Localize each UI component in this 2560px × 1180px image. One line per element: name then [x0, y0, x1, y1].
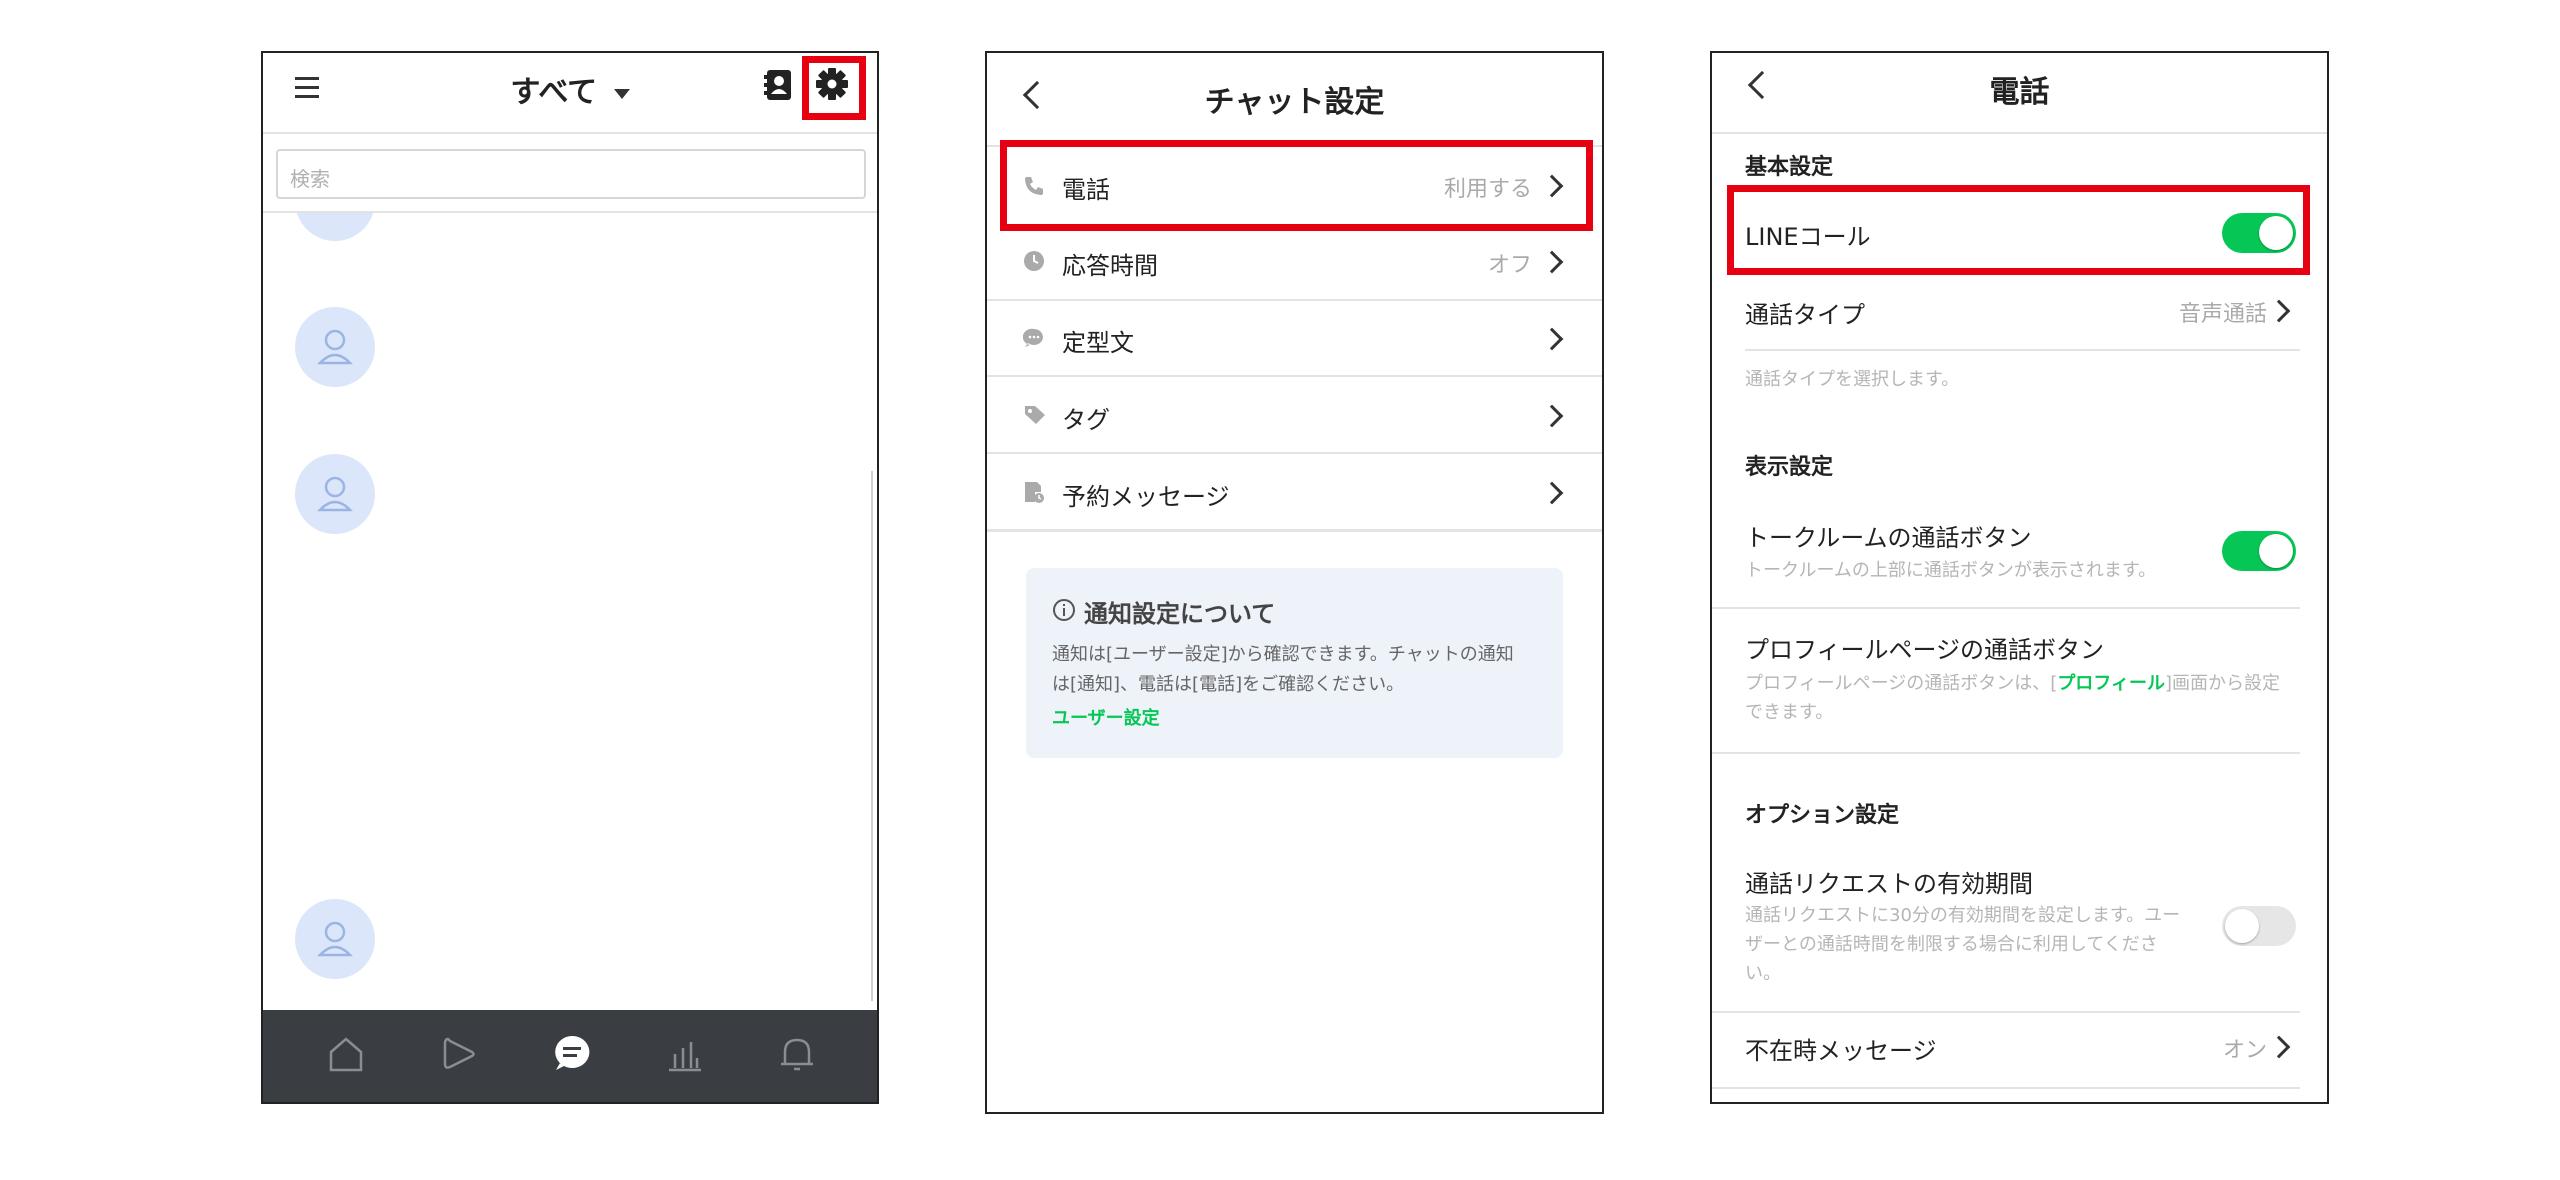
line-call-label: LINEコール	[1745, 223, 1871, 251]
profile-call-button-description: プロフィールページの通話ボタンは、[プロフィール]画面から設定 できます。	[1745, 669, 2305, 727]
call-request-validity-description: 通話リクエストに30分の有効期間を設定します。ユー ザーとの通話時間を制限する場…	[1745, 901, 2205, 988]
tag-icon	[1025, 406, 1045, 424]
call-type-value: 音声通話	[2178, 302, 2267, 327]
bell-icon[interactable]	[777, 1034, 817, 1078]
section-basic-settings: 基本設定	[1745, 155, 1834, 180]
call-type-description: 通話タイプを選択します。	[1745, 369, 1960, 390]
settings-row-tags[interactable]: タグ	[987, 377, 1602, 453]
search-placeholder: 検索	[290, 167, 330, 191]
scheduled-message-icon	[1025, 482, 1044, 503]
section-option-settings: オプション設定	[1745, 803, 1900, 828]
row-label: 電話	[1062, 176, 1110, 204]
row-value: 利用する	[1443, 177, 1532, 202]
stats-icon[interactable]	[665, 1034, 705, 1078]
info-icon	[1053, 599, 1075, 621]
info-text-line2: は[通知]、電話は[電話]をご確認ください。	[1052, 674, 1405, 695]
info-title: 通知設定について	[1084, 600, 1276, 628]
avatar[interactable]	[295, 307, 375, 387]
talkroom-call-button-label: トークルームの通話ボタン	[1745, 524, 2032, 552]
call-settings-screen: 電話 基本設定 LINEコール 通話タイプ 音声通話 通話タイプを選択します。 …	[1710, 51, 2329, 1104]
profile-link[interactable]: プロフィール	[2057, 673, 2165, 694]
chevron-right-icon	[1540, 481, 1564, 505]
contacts-icon[interactable]	[763, 69, 793, 101]
absence-message-value: オン	[2222, 1038, 2267, 1063]
request-desc-line2: ザーとの通話時間を制限する場合に利用してくださ	[1745, 934, 2158, 955]
settings-row-absence-message[interactable]: 不在時メッセージ オン	[1712, 1019, 2327, 1079]
chevron-right-icon	[1540, 174, 1564, 198]
call-request-validity-label: 通話リクエストの有効期間	[1745, 870, 2033, 898]
header-divider	[263, 132, 877, 134]
row-divider	[1745, 349, 2300, 351]
settings-row-phone[interactable]: 電話 利用する	[987, 147, 1602, 223]
row-label: 応答時間	[1062, 252, 1158, 280]
info-text-line1: 通知は[ユーザー設定]から確認できます。チャットの通知	[1052, 644, 1514, 665]
caret-down-icon	[613, 88, 630, 99]
phone-icon	[1025, 177, 1043, 195]
call-type-label: 通話タイプ	[1745, 301, 1865, 329]
chat-settings-screen: チャット設定 電話 利用する 応答時間 オフ 定型文 タグ 予約メッセージ 通知…	[985, 51, 1604, 1114]
settings-gear-icon[interactable]	[815, 67, 849, 101]
row-label: 予約メッセージ	[1062, 483, 1230, 511]
page-title: 電話	[1989, 75, 2050, 110]
profile-desc-prefix: プロフィールページの通話ボタンは、[	[1745, 673, 2058, 694]
search-divider	[263, 211, 877, 213]
chat-icon[interactable]	[551, 1032, 593, 1078]
bottom-nav	[263, 1010, 877, 1102]
absence-message-label: 不在時メッセージ	[1745, 1037, 1937, 1065]
request-desc-line3: い。	[1745, 963, 1781, 984]
avatar[interactable]	[295, 899, 375, 979]
talkroom-call-button-toggle[interactable]	[2222, 531, 2296, 571]
row-label: 定型文	[1062, 329, 1134, 357]
profile-desc-line2: できます。	[1745, 702, 1834, 723]
profile-desc-suffix: ]画面から設定	[2164, 673, 2280, 694]
request-desc-line1: 通話リクエストに30分の有効期間を設定します。ユー	[1745, 905, 2181, 926]
filter-label: すべて	[510, 75, 598, 110]
scrollbar[interactable]	[871, 471, 873, 1001]
chevron-right-icon	[1540, 250, 1564, 274]
play-icon[interactable]	[439, 1034, 479, 1078]
row-divider	[1712, 752, 2300, 754]
page-title: チャット設定	[1204, 85, 1385, 120]
chevron-right-icon	[1540, 327, 1564, 351]
search-input[interactable]: 検索	[276, 149, 866, 199]
chevron-right-icon	[1540, 404, 1564, 428]
chevron-right-icon	[2267, 1035, 2291, 1059]
notification-info-box: 通知設定について 通知は[ユーザー設定]から確認できます。チャットの通知 は[通…	[1026, 568, 1563, 758]
header-divider	[1712, 132, 2327, 134]
row-divider	[1712, 607, 2300, 609]
settings-row-templates[interactable]: 定型文	[987, 300, 1602, 376]
call-request-validity-toggle[interactable]	[2222, 906, 2296, 946]
section-display-settings: 表示設定	[1745, 455, 1834, 480]
chat-list-screen: すべて 検索	[261, 51, 879, 1104]
row-divider	[1712, 1011, 2300, 1013]
avatar[interactable]	[295, 454, 375, 534]
home-icon[interactable]	[326, 1034, 366, 1078]
settings-row-response-time[interactable]: 応答時間 オフ	[987, 223, 1602, 299]
profile-call-button-label: プロフィールページの通話ボタン	[1745, 636, 2105, 664]
clock-icon	[1024, 251, 1044, 271]
settings-row-scheduled-messages[interactable]: 予約メッセージ	[987, 454, 1602, 530]
chevron-right-icon	[2267, 299, 2291, 323]
talkroom-call-button-description: トークルームの上部に通話ボタンが表示されます。	[1745, 560, 2157, 581]
line-call-toggle[interactable]	[2222, 213, 2296, 253]
speech-bubble-icon	[1023, 328, 1043, 347]
list-bottom-divider	[987, 530, 1602, 532]
row-label: タグ	[1062, 406, 1110, 434]
row-value: オフ	[1487, 253, 1532, 278]
row-divider	[1712, 1087, 2300, 1089]
user-settings-link[interactable]: ユーザー設定	[1052, 704, 1160, 730]
settings-row-call-type[interactable]: 通話タイプ 音声通話	[1712, 283, 2327, 343]
